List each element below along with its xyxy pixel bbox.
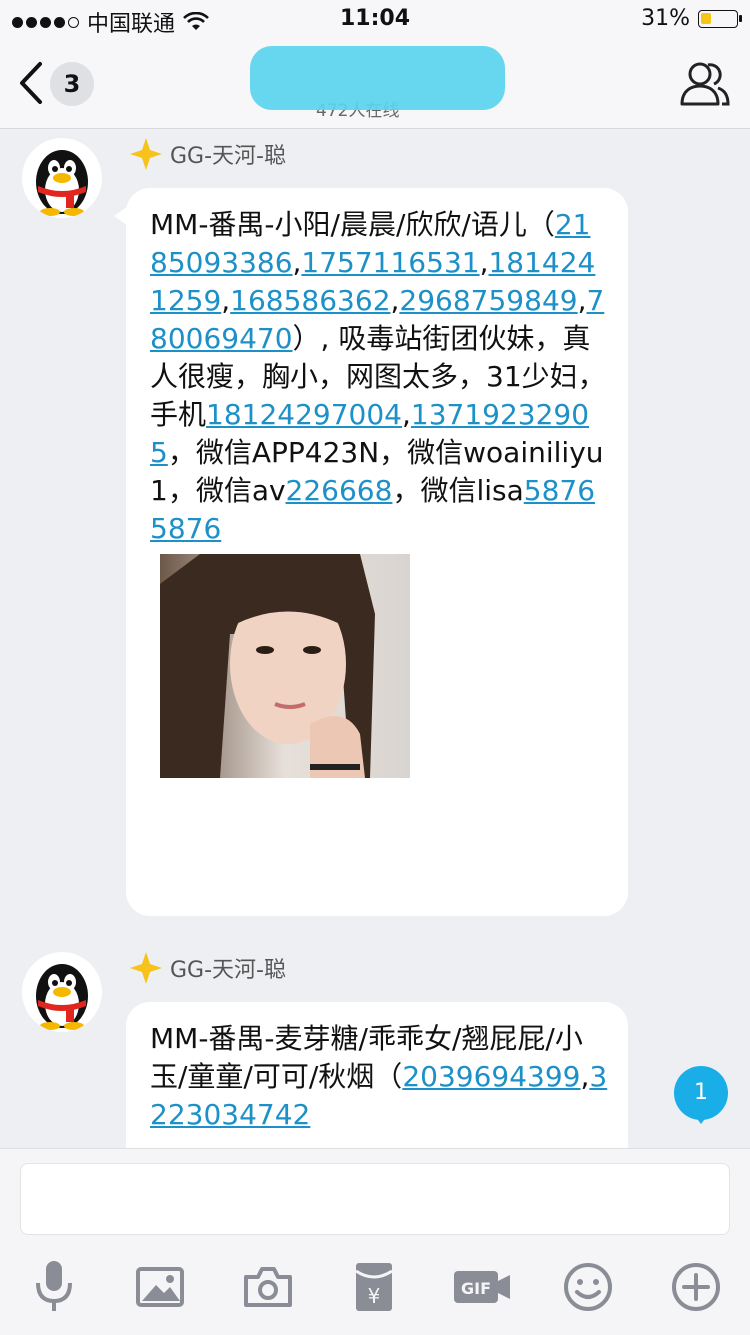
message-bubble[interactable]: MM-番禺-小阳/晨晨/欣欣/语儿（2185093386,1757116531,…	[114, 188, 628, 916]
avatar[interactable]	[22, 138, 102, 218]
status-right: 31%	[641, 6, 742, 31]
chat-header: 3 472人在线	[0, 40, 750, 129]
unread-count-badge[interactable]: 3	[50, 62, 94, 106]
message-text-segment: ，微信lisa	[392, 474, 524, 507]
back-arrow-icon[interactable]	[12, 58, 52, 108]
message-link[interactable]: 2968759849	[399, 284, 577, 317]
message-input[interactable]	[20, 1163, 730, 1235]
input-area: ¥ GIF	[0, 1148, 750, 1335]
battery-level-fill	[701, 12, 711, 24]
input-toolbar: ¥ GIF	[0, 1257, 750, 1317]
battery-icon	[698, 9, 742, 28]
new-message-badge[interactable]: 1	[674, 1066, 728, 1124]
status-bar: 中国联通 11:04 31%	[0, 0, 750, 40]
avatar[interactable]	[22, 952, 102, 1032]
sender-row: GG-天河-聪	[130, 952, 286, 984]
camera-icon[interactable]	[238, 1257, 298, 1317]
sender-row: GG-天河-聪	[130, 138, 286, 170]
message-link[interactable]: 226668	[286, 474, 393, 507]
microphone-icon[interactable]	[24, 1257, 84, 1317]
message-text: MM-番禺-小阳/晨晨/欣欣/语儿（2185093386,1757116531,…	[150, 206, 608, 548]
message-link[interactable]: 18124297004	[206, 398, 402, 431]
emoji-icon[interactable]	[558, 1257, 618, 1317]
sender-name: GG-天河-聪	[170, 958, 286, 983]
redaction-scribble	[250, 46, 505, 110]
message-link[interactable]: 2039694399	[402, 1060, 580, 1093]
message-photo[interactable]	[160, 554, 410, 778]
penguin-avatar-icon	[36, 150, 88, 216]
message-bubble[interactable]: MM-番禺-麦芽糖/乖乖女/翘屁屁/小玉/童童/可可/秋烟（2039694399…	[126, 1002, 628, 1148]
gif-icon[interactable]: GIF	[452, 1257, 512, 1317]
red-packet-icon[interactable]: ¥	[344, 1257, 404, 1317]
status-time: 11:04	[339, 6, 411, 31]
penguin-avatar-icon	[36, 964, 88, 1030]
message-text-segment: ,	[401, 398, 411, 431]
message-link[interactable]: 1757116531	[301, 246, 479, 279]
plus-icon[interactable]	[666, 1257, 726, 1317]
group-title[interactable]: 472人在线	[250, 46, 510, 121]
group-members-icon[interactable]	[678, 58, 732, 108]
svg-text:GIF: GIF	[461, 1279, 491, 1298]
message-text: MM-番禺-麦芽糖/乖乖女/翘屁屁/小玉/童童/可可/秋烟（2039694399…	[150, 1020, 608, 1134]
star-badge-icon	[130, 138, 162, 170]
image-icon[interactable]	[130, 1257, 190, 1317]
message-text-segment: MM-番禺-小阳/晨晨/欣欣/语儿（	[150, 208, 555, 241]
star-badge-icon	[130, 952, 162, 984]
svg-text:¥: ¥	[368, 1284, 381, 1308]
sender-name: GG-天河-聪	[170, 144, 286, 169]
battery-percent: 31%	[641, 6, 690, 31]
message-link[interactable]: 168586362	[230, 284, 390, 317]
message-text-segment: ,	[221, 284, 231, 317]
